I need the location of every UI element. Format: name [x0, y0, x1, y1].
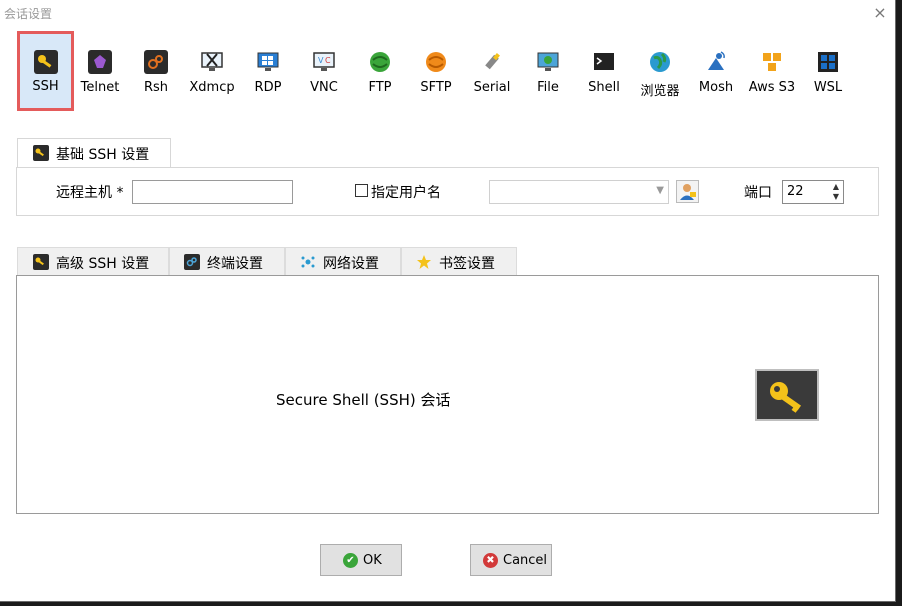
sftp-icon [426, 52, 446, 72]
mosh-icon [708, 51, 725, 70]
wsl-icon [818, 52, 838, 72]
protocol-aws-s3[interactable]: Aws S3 [745, 34, 799, 112]
protocol-vnc[interactable]: VC VNC [297, 34, 351, 112]
tab-label: 终端设置 [207, 256, 263, 272]
protocol-label: Shell [588, 80, 620, 95]
protocol-label: Telnet [80, 80, 120, 95]
tab-label: 基础 SSH 设置 [56, 147, 150, 163]
specify-username-label: 指定用户名 [371, 185, 441, 201]
protocol-label: WSL [813, 80, 843, 95]
aws-s3-icon [763, 53, 781, 71]
rdp-icon [257, 52, 279, 71]
username-select[interactable]: ▼ [489, 180, 669, 204]
svg-text:C: C [325, 56, 331, 65]
ftp-icon [370, 52, 390, 72]
rsh-icon [144, 50, 168, 74]
svg-text:V: V [318, 56, 324, 65]
protocol-shell[interactable]: Shell [577, 34, 631, 112]
protocol-label: Mosh [698, 80, 734, 95]
session-settings-dialog: 会话设置 × SSH Telnet Rsh Xdmcp RDP V C VNC … [0, 0, 896, 602]
protocol-sftp[interactable]: SFTP [409, 34, 463, 112]
specify-username-checkbox[interactable] [355, 184, 368, 197]
ssh-large-icon [755, 369, 819, 421]
protocol-mosh[interactable]: Mosh [689, 34, 743, 112]
protocol-label: Rsh [143, 80, 169, 95]
tab-network-settings[interactable]: 网络设置 [285, 247, 401, 276]
protocol-xdmcp[interactable]: Xdmcp [185, 34, 239, 112]
protocol-ssh[interactable]: SSH [17, 31, 74, 111]
shell-icon [594, 53, 614, 70]
user-icon [680, 184, 696, 200]
protocol-label: VNC [310, 80, 338, 95]
protocol-serial[interactable]: Serial [465, 34, 519, 112]
file-icon [537, 52, 559, 71]
ok-button[interactable]: ✔ OK [320, 544, 402, 576]
spinner-arrows-icon[interactable]: ▲ ▼ [833, 182, 839, 202]
tab-advanced-ssh-settings[interactable]: 高级 SSH 设置 [17, 247, 169, 276]
remote-host-label: 远程主机 * [56, 185, 124, 201]
protocol-file[interactable]: File [521, 34, 575, 112]
session-description: Secure Shell (SSH) 会话 [276, 391, 451, 409]
protocol-label: Serial [473, 80, 511, 95]
terminal-settings-icon [184, 254, 200, 270]
protocol-label: SFTP [420, 80, 452, 95]
port-value: 22 [787, 184, 804, 199]
protocol-ftp[interactable]: FTP [353, 34, 407, 112]
close-button[interactable]: × [870, 4, 890, 24]
cancel-label: Cancel [503, 553, 548, 568]
cancel-button[interactable]: ✖ Cancel [470, 544, 552, 576]
protocol-label: 浏览器 [640, 84, 680, 99]
protocol-label: Aws S3 [748, 80, 796, 95]
protocol-rdp[interactable]: RDP [241, 34, 295, 112]
protocol-label: File [537, 80, 559, 95]
protocol-rsh[interactable]: Rsh [129, 34, 183, 112]
browser-icon [650, 52, 670, 72]
key-icon [33, 50, 58, 74]
star-icon [417, 255, 431, 269]
protocol-label: FTP [368, 80, 392, 95]
tab-label: 书签设置 [439, 256, 495, 272]
network-icon [301, 256, 315, 268]
serial-icon [485, 53, 500, 70]
tab-terminal-settings[interactable]: 终端设置 [169, 247, 285, 276]
xdmcp-icon [201, 52, 223, 71]
tab-bookmark-settings[interactable]: 书签设置 [401, 247, 517, 276]
key-icon [33, 145, 49, 161]
protocol-wsl[interactable]: WSL [801, 34, 855, 112]
telnet-icon [88, 50, 112, 74]
check-icon: ✔ [343, 553, 358, 568]
user-manager-button[interactable] [676, 180, 699, 203]
protocol-telnet[interactable]: Telnet [73, 34, 127, 112]
tab-label: 网络设置 [323, 256, 379, 272]
port-input[interactable]: 22 ▲ ▼ [782, 180, 844, 204]
ok-label: OK [363, 553, 382, 568]
window-title: 会话设置 [4, 7, 53, 21]
protocol-label: SSH [32, 79, 59, 94]
key-icon [33, 254, 49, 270]
vnc-icon: VC [313, 52, 335, 71]
protocol-label: RDP [254, 80, 282, 95]
port-label: 端口 [744, 185, 772, 201]
tab-label: 高级 SSH 设置 [56, 256, 150, 272]
chevron-down-icon: ▼ [656, 185, 664, 196]
remote-host-input[interactable] [132, 180, 293, 204]
tab-basic-ssh-settings[interactable]: 基础 SSH 设置 [17, 138, 171, 168]
key-icon [770, 382, 802, 413]
close-icon: ✖ [483, 553, 498, 568]
protocol-label: Xdmcp [189, 80, 235, 95]
protocol-browser[interactable]: 浏览器 [633, 34, 687, 112]
